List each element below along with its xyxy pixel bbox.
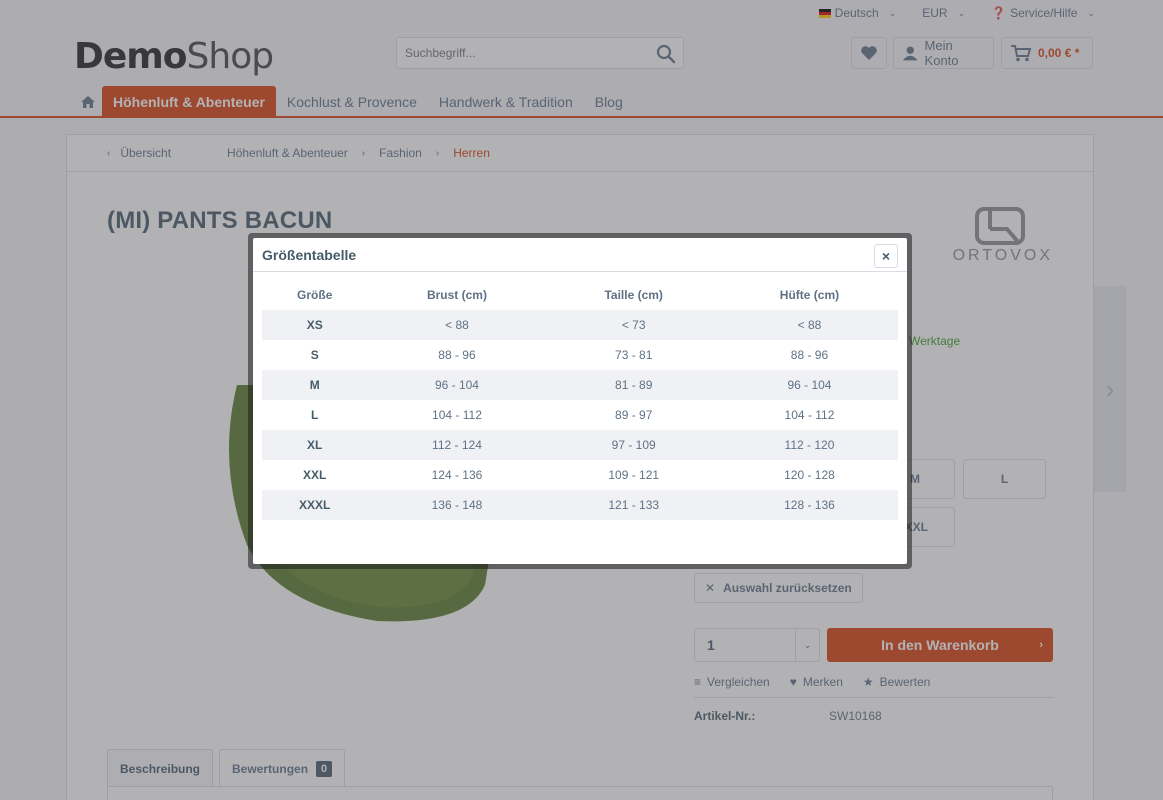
column-header: Taille (cm) <box>604 288 663 302</box>
table-cell: 109 - 121 <box>608 468 660 482</box>
table-header-row: Größe Brust (cm) Taille (cm) Hüfte (cm) <box>262 280 898 310</box>
modal-title: Größentabelle <box>253 238 907 272</box>
table-cell: 89 - 97 <box>615 408 653 422</box>
table-cell: 112 - 124 <box>432 438 482 452</box>
table-cell: < 73 <box>621 318 646 332</box>
table-row: M 96 - 104 81 - 89 96 - 104 <box>262 370 898 400</box>
table-cell: XXXL <box>299 498 331 512</box>
table-cell: 112 - 120 <box>784 438 835 452</box>
column-header: Hüfte (cm) <box>779 288 840 302</box>
size-table: Größe Brust (cm) Taille (cm) Hüfte (cm) … <box>262 280 898 520</box>
table-cell: < 88 <box>797 318 822 332</box>
table-row: XS < 88 < 73 < 88 <box>262 310 898 340</box>
column-header: Brust (cm) <box>426 288 487 302</box>
table-cell: L <box>311 408 319 422</box>
table-cell: XL <box>307 438 323 452</box>
table-cell: M <box>309 378 320 392</box>
table-cell: 124 - 136 <box>431 468 483 482</box>
table-cell: 96 - 104 <box>787 378 832 392</box>
table-cell: 120 - 128 <box>784 468 835 482</box>
table-cell: S <box>310 348 319 362</box>
table-cell: 88 - 96 <box>438 348 476 362</box>
table-cell: 81 - 89 <box>615 378 653 392</box>
table-cell: 96 - 104 <box>434 378 479 392</box>
table-cell: 97 - 109 <box>611 438 656 452</box>
table-row: S 88 - 96 73 - 81 88 - 96 <box>262 340 898 370</box>
table-cell: 104 - 112 <box>432 408 482 422</box>
size-chart-modal: Größentabelle × Größe Brust (cm) Taille … <box>253 238 907 564</box>
table-cell: XXL <box>303 468 327 482</box>
close-button[interactable]: × <box>874 244 898 268</box>
table-row: L 104 - 112 89 - 97 104 - 112 <box>262 400 898 430</box>
close-icon: × <box>881 248 891 264</box>
table-cell: 73 - 81 <box>615 348 653 362</box>
table-row: XL 112 - 124 97 - 109 112 - 120 <box>262 430 898 460</box>
table-row: XXXL 136 - 148 121 - 133 128 - 136 <box>262 490 898 520</box>
table-cell: < 88 <box>445 318 469 332</box>
table-cell: 104 - 112 <box>784 408 835 422</box>
table-row: XXL 124 - 136 109 - 121 120 - 128 <box>262 460 898 490</box>
column-header: Größe <box>297 288 333 302</box>
table-cell: 136 - 148 <box>431 498 483 512</box>
table-cell: 88 - 96 <box>790 348 829 362</box>
table-cell: 128 - 136 <box>784 498 835 512</box>
table-cell: 121 - 133 <box>608 498 660 512</box>
table-cell: XS <box>306 318 323 332</box>
